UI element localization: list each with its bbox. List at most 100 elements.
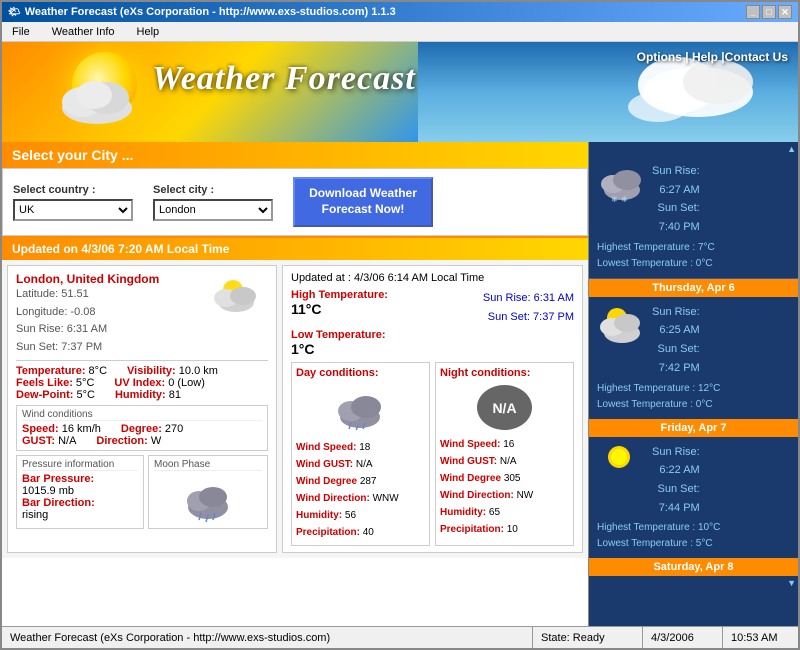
select-header: Select your City ... [2,142,588,168]
conditions-row: Day conditions: [291,362,574,546]
visibility-value: 10.0 km [179,365,218,377]
forecast-thu-card: Sun Rise: 6:25 AM Sun Set: 7:42 PM Highe… [589,297,798,419]
bar-pressure: 1015.9 mb [22,485,74,497]
thu-sun-icon [597,303,647,348]
low-temp-label: Low Temperature: [291,329,574,341]
thu-high-temp: Highest Temperature : 12°C [597,381,790,397]
night-wind-gust: N/A [500,456,517,467]
day-wind-degree-label: Wind Degree [296,476,357,487]
update-text: Updated on 4/3/06 7:20 AM Local Time [12,242,229,256]
thu-sun-set: 7:42 PM [652,359,700,378]
today-sun-set: 7:40 PM [652,218,700,237]
maximize-button[interactable]: □ [762,5,776,19]
night-wind-degree: 305 [504,473,521,484]
update-bar: Updated on 4/3/06 7:20 AM Local Time [2,238,588,260]
fri-low-temp: Lowest Temperature : 5°C [597,536,790,552]
high-temp-label: High Temperature: [291,289,388,301]
forecast-fri-header: Friday, Apr 7 [589,419,798,437]
svg-text:❄: ❄ [611,195,618,204]
uv-index-value: 0 (Low) [168,377,205,389]
wind-direction: W [151,435,161,447]
select-controls: Select country : UK USA Germany Select c… [2,168,588,236]
day-conditions: Day conditions: [291,362,430,546]
humidity-value: 81 [169,389,181,401]
status-date: 4/3/2006 [643,627,723,648]
forecast-thu-header: Thursday, Apr 6 [589,279,798,297]
forecast-sat-day: Saturday, Apr 8 [653,561,733,573]
fri-sun-rise: 6:22 AM [652,461,700,480]
pressure-section: Pressure information Bar Pressure: 1015.… [16,455,144,529]
download-button[interactable]: Download Weather Forecast Now! [293,177,433,227]
close-button[interactable]: ✕ [778,5,792,19]
today-sun-rise: 6:27 AM [652,181,700,200]
window-title: Weather Forecast (eXs Corporation - http… [25,6,396,18]
title-bar: 🌤 Weather Forecast (eXs Corporation - ht… [2,2,798,22]
night-weather-icon: N/A [440,379,569,436]
sun-rise-value: 6:31 AM [534,292,574,304]
forecast-thu-day: Thursday, Apr 6 [652,282,735,294]
today-low-temp: Lowest Temperature : 0°C [597,256,790,272]
right-panel: ▲ ❄ ❄ [588,142,798,626]
status-main: Weather Forecast (eXs Corporation - http… [2,627,533,648]
day-wind-degree: 287 [360,476,377,487]
country-select[interactable]: UK USA Germany [13,199,133,221]
day-humidity: 56 [345,510,356,521]
status-state: State: Ready [533,627,643,648]
status-bar: Weather Forecast (eXs Corporation - http… [2,626,798,648]
thu-low-temp: Lowest Temperature : 0°C [597,397,790,413]
city-latitude: Latitude: 51.51 [16,286,159,304]
minimize-button[interactable]: _ [746,5,760,19]
day-wind-gust-label: Wind GUST: [296,459,353,470]
select-header-text: Select your City ... [12,147,133,163]
menu-file[interactable]: File [6,24,36,40]
fri-sun-set: 7:44 PM [652,499,700,518]
city-card: London, United Kingdom Latitude: 51.51 L… [7,265,277,553]
day-conditions-label: Day conditions: [296,367,425,379]
sun-set-value: 7:37 PM [533,311,574,323]
night-conditions-label: Night conditions: [440,367,569,379]
header-nav[interactable]: Options | Help |Contact Us [637,50,788,64]
today-cloud-icon: ❄ ❄ [597,162,647,207]
header-banner: Weather Forecast Options | Help |Contact… [2,42,798,142]
low-temp-value: 1°C [291,341,574,357]
city-longitude: Longitude: -0.08 [16,304,159,322]
night-humidity: 65 [489,507,500,518]
menu-help[interactable]: Help [131,24,166,40]
bar-direction: rising [22,509,48,521]
moon-section: Moon Phase [148,455,268,529]
feels-like-value: 5°C [76,377,94,389]
bottom-section: Pressure information Bar Pressure: 1015.… [16,455,268,529]
menu-bar: File Weather Info Help [2,22,798,42]
wind-gust: N/A [58,435,76,447]
night-wind-speed: 16 [503,439,514,450]
status-time: 10:53 AM [723,627,798,648]
sun-set-label: Sun Set: [488,311,530,323]
detail-updated: Updated at : 4/3/06 6:14 AM Local Time [291,272,574,284]
status-date-text: 4/3/2006 [651,632,694,644]
country-group: Select country : UK USA Germany [13,184,133,221]
day-wind-speed-label: Wind Speed: [296,442,356,453]
wind-section: Wind conditions Speed: 16 km/h Degree: 2… [16,405,268,451]
thu-sun-rise: 6:25 AM [652,321,700,340]
city-name: London, United Kingdom [16,272,159,286]
city-select[interactable]: London Manchester Birmingham [153,199,273,221]
day-wind-direction-label: Wind Direction: [296,493,370,504]
day-precip-label: Precipitation: [296,527,360,538]
status-time-text: 10:53 AM [731,632,777,644]
svg-text:❄: ❄ [621,195,628,204]
forecast-sat-header: Saturday, Apr 8 [589,558,798,576]
menu-weather-info[interactable]: Weather Info [46,24,121,40]
select-section: Select your City ... Select country : UK… [2,142,588,238]
fri-high-temp: Highest Temperature : 10°C [597,520,790,536]
fri-sun-icon [597,443,647,488]
forecast-fri-card: Sun Rise: 6:22 AM Sun Set: 7:44 PM Highe… [589,437,798,559]
day-wind-direction: WNW [373,493,399,504]
weather-body: London, United Kingdom Latitude: 51.51 L… [2,260,588,558]
weather-detail: Updated at : 4/3/06 6:14 AM Local Time H… [282,265,583,553]
sun-rise-label: Sun Rise: [483,292,531,304]
city-label: Select city : [153,184,273,196]
city-weather-icon [203,272,268,325]
header-title: Weather Forecast [152,60,416,97]
night-wind-direction: NW [517,490,534,501]
today-high-temp: Highest Temperature : 7°C [597,240,790,256]
